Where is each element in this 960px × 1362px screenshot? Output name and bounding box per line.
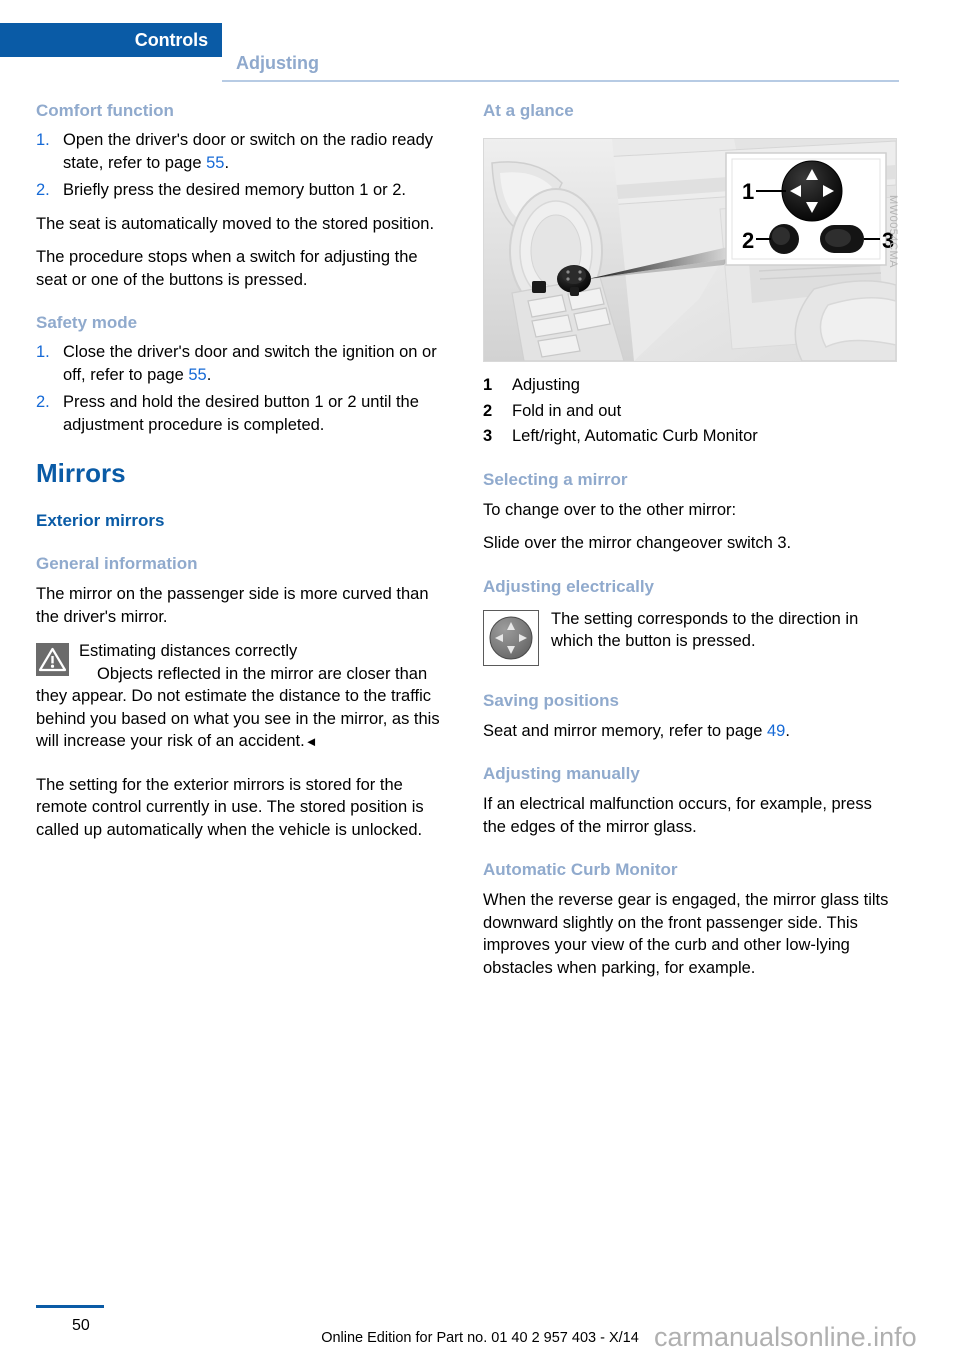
safety-mode-steps: 1. Close the driver's door and switch the… [36, 341, 450, 436]
paragraph-stored-setting: The setting for the exterior mirrors is … [36, 775, 424, 839]
mirror-joystick-icon [483, 609, 539, 666]
legend-label: Left/right, Automatic Curb Monitor [512, 427, 758, 445]
legend-number: 3 [483, 427, 493, 445]
page-reference-link[interactable]: 55 [206, 154, 224, 172]
page-reference-link[interactable]: 49 [767, 722, 785, 740]
warning-body: Objects reflected in the mirror are clos… [36, 664, 440, 751]
heading-exterior-mirrors: Exterior mirrors [36, 511, 165, 530]
heading-adjusting-manually: Adjusting manually [483, 764, 640, 783]
figure-mirror-controls: 1 2 3 MW0054CMA [483, 138, 899, 362]
adjusting-electrically-text: The setting corresponds to the direction… [551, 609, 859, 651]
heading-at-a-glance: At a glance [483, 101, 574, 120]
legend-label: Adjusting [512, 376, 580, 394]
warning-triangle-icon [36, 643, 69, 676]
page-header: Controls Adjusting [0, 23, 960, 82]
step-text: Close the driver's door and switch the i… [63, 343, 437, 384]
footer-divider [36, 1305, 104, 1308]
header-section-label: Adjusting [236, 53, 319, 73]
list-item: 1. Open the driver's door or switch on th… [36, 129, 450, 174]
paragraph-procedure-stops: The procedure stops when a switch for ad… [36, 248, 418, 289]
list-item: 1. Close the driver's door and switch the… [36, 341, 450, 386]
legend-label: Fold in and out [512, 401, 622, 420]
page-reference-link[interactable]: 55 [188, 366, 206, 384]
step-text: Open the driver's door or switch on the … [63, 131, 434, 172]
step-number: 2. [36, 393, 50, 411]
adjusting-electrically-note: The setting corresponds to the direction… [483, 608, 897, 666]
paragraph-saving-positions: Seat and mirror memory, refer to page 49… [483, 720, 897, 743]
step-number: 1. [36, 131, 50, 149]
paragraph-automatic-curb-monitor: When the reverse gear is engaged, the mi… [483, 891, 889, 977]
list-item: 2. Briefly press the desired memory butto… [36, 179, 450, 202]
step-number: 2. [36, 181, 50, 199]
step-text-tail: . [206, 365, 212, 384]
svg-text:2: 2 [742, 228, 754, 253]
header-chapter-tab: Controls [0, 23, 222, 57]
heading-general-information: General information [36, 554, 198, 573]
saving-positions-text-tail: . [785, 721, 790, 740]
comfort-function-steps: 1. Open the driver's door or switch on th… [36, 129, 450, 202]
left-column: Comfort function 1. Open the driver's doo… [36, 100, 450, 841]
heading-automatic-curb-monitor: Automatic Curb Monitor [483, 860, 678, 879]
header-divider [222, 80, 899, 82]
right-column: At a glance 1 2 3 MW0054CMA 1 Adjusting … [483, 100, 899, 979]
warning-end-mark: ◄ [304, 734, 318, 749]
legend-number: 1 [483, 376, 493, 394]
svg-text:1: 1 [742, 179, 754, 204]
paragraph-adjusting-manually: If an electrical malfunction occurs, for… [483, 795, 872, 836]
figure-frame: 1 2 3 [483, 138, 897, 362]
heading-adjusting-electrically: Adjusting electrically [483, 576, 654, 596]
figure-caption-code: MW0054CMA [887, 195, 899, 268]
list-item: 3 Left/right, Automatic Curb Monitor [483, 425, 897, 448]
header-chapter-label: Controls [134, 30, 208, 50]
heading-comfort-function: Comfort function [36, 101, 174, 120]
paragraph-seat-moved: The seat is automatically moved to the s… [36, 214, 435, 233]
paragraph-passenger-mirror: The mirror on the passenger side is more… [36, 585, 429, 626]
paragraph-change-over: To change over to the other mirror: [483, 500, 737, 519]
warning-notice: Estimating distances correctly Objects r… [36, 640, 450, 754]
list-item: 1 Adjusting [483, 374, 897, 397]
step-number: 1. [36, 343, 50, 361]
warning-title: Estimating distances correctly [79, 642, 298, 660]
warning-text: Objects reflected in the mirror are clos… [36, 663, 450, 754]
list-item: 2. Press and hold the desired button 1 or… [36, 391, 450, 436]
step-text: Press and hold the desired button 1 or 2… [63, 393, 419, 434]
heading-safety-mode: Safety mode [36, 313, 138, 332]
step-text-tail: . [224, 153, 230, 172]
paragraph-slide-switch: Slide over the mirror changeover switch … [483, 534, 792, 552]
heading-selecting-a-mirror: Selecting a mirror [483, 469, 628, 489]
list-item: 2 Fold in and out [483, 400, 897, 423]
heading-mirrors: Mirrors [36, 458, 126, 488]
saving-positions-text: Seat and mirror memory, refer to page [483, 721, 767, 740]
figure-legend: 1 Adjusting 2 Fold in and out 3 Left/right,… [483, 374, 897, 448]
legend-number: 2 [483, 401, 493, 420]
heading-saving-positions: Saving positions [483, 690, 620, 710]
watermark: carmanualsonline.info [654, 1322, 917, 1352]
step-text: Briefly press the desired memory button … [63, 181, 406, 199]
